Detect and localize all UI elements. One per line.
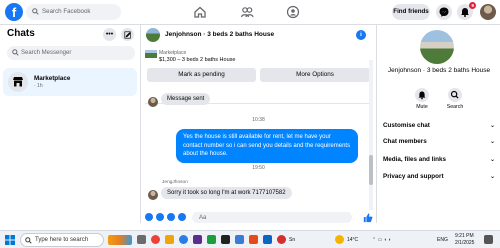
message-bubble-in[interactable]: Message sent: [161, 93, 211, 105]
clock-time[interactable]: 9:21 PM: [455, 233, 474, 239]
new-message-button[interactable]: [121, 28, 134, 41]
search-label: Search: [446, 104, 464, 110]
menu-media-files-links[interactable]: Media, files and links ⌄: [383, 156, 495, 163]
conversation-scrollbar[interactable]: [369, 60, 373, 210]
conversation-avatar-large[interactable]: [420, 30, 454, 64]
message-composer: Aa: [141, 212, 376, 224]
avatar: [148, 97, 158, 107]
chevron-down-icon: ⌄: [489, 174, 495, 180]
chat-details-panel: Jenjohnson · 3 beds 2 baths House Mute S…: [376, 25, 500, 223]
weather-widget-icon[interactable]: [108, 235, 132, 245]
search-icon: [450, 90, 459, 99]
conversation-avatar[interactable]: [146, 28, 160, 42]
image-icon[interactable]: [156, 213, 164, 221]
app-icon[interactable]: [249, 235, 258, 244]
conversation-header: Jenjohnson · 3 beds 2 baths House i: [141, 25, 376, 47]
sticker-icon[interactable]: [167, 213, 175, 221]
taskbar-search-placeholder: Type here to search: [35, 237, 89, 243]
menu-chat-members[interactable]: Chat members ⌄: [383, 138, 495, 145]
search-placeholder: Search Facebook: [42, 8, 91, 15]
windows-taskbar: Type here to search Sn 14°C ⌃ ▭ ◖ ◗ ENG …: [0, 230, 500, 248]
shop-icon: [13, 77, 23, 87]
weather-temp[interactable]: 14°C: [347, 237, 358, 243]
search-icon: [25, 237, 32, 244]
message-bubble-out[interactable]: Yes the house is still available for ren…: [176, 129, 358, 163]
search-placeholder: Search Messenger: [21, 49, 72, 56]
file-explorer-icon[interactable]: [165, 235, 174, 244]
app-icon[interactable]: [235, 235, 244, 244]
app-icon[interactable]: [263, 235, 272, 244]
gif-icon[interactable]: [178, 213, 186, 221]
message-list[interactable]: Message sent 10:38 Yes the house is stil…: [141, 83, 376, 205]
timestamp: 19:50: [252, 165, 265, 171]
avatar: [148, 190, 158, 200]
taskbar-app-label[interactable]: Sn: [289, 237, 295, 243]
language-indicator[interactable]: ENG: [437, 237, 448, 243]
search-in-conversation-button[interactable]: Search: [440, 88, 470, 110]
menu-privacy-support[interactable]: Privacy and support ⌄: [383, 173, 495, 180]
listing-thumbnail[interactable]: [145, 50, 157, 58]
chevron-down-icon: ⌄: [489, 139, 495, 145]
task-view-icon[interactable]: [137, 235, 146, 244]
chats-sidebar: Chats ••• Search Messenger Marketplace ·…: [0, 25, 141, 223]
chevron-down-icon: ⌄: [489, 123, 495, 129]
mute-button[interactable]: Mute: [407, 88, 437, 110]
facebook-search-input[interactable]: Search Facebook: [26, 4, 121, 20]
app-icon[interactable]: [193, 235, 202, 244]
clock-date[interactable]: 2/1/2025: [455, 240, 474, 246]
conversation-panel: Jenjohnson · 3 beds 2 baths House i Mark…: [141, 25, 376, 223]
chevron-down-icon: ⌄: [489, 157, 495, 163]
menu-customise-chat[interactable]: Customise chat ⌄: [383, 122, 495, 129]
marketplace-avatar: [8, 72, 28, 92]
chats-title: Chats: [7, 28, 35, 39]
profile-avatar[interactable]: [480, 4, 496, 20]
search-icon: [32, 8, 39, 15]
app-icon[interactable]: [207, 235, 216, 244]
edge-icon[interactable]: [179, 235, 188, 244]
chat-name: Marketplace: [34, 75, 71, 82]
conversation-title[interactable]: Jenjohnson · 3 beds 2 baths House: [165, 31, 274, 38]
chat-item-marketplace[interactable]: Marketplace · 1h: [3, 68, 137, 96]
more-options-button[interactable]: More Options: [260, 68, 370, 82]
chat-options-button[interactable]: •••: [103, 28, 116, 41]
messenger-button[interactable]: [436, 4, 452, 20]
notification-center-icon[interactable]: [484, 235, 493, 244]
app-icon[interactable]: [221, 235, 230, 244]
compose-icon: [123, 30, 131, 39]
add-icon[interactable]: [145, 213, 153, 221]
like-icon[interactable]: [362, 212, 373, 223]
home-icon[interactable]: [193, 5, 207, 19]
windows-start-icon[interactable]: [5, 235, 15, 245]
chrome-icon[interactable]: [151, 235, 160, 244]
sender-name: JengJhnson: [162, 180, 188, 185]
tray-icons[interactable]: ⌃ ▭ ◖ ◗: [372, 237, 391, 243]
groups-icon[interactable]: [286, 5, 300, 19]
scrollbar-thumb[interactable]: [369, 155, 373, 185]
find-friends-button[interactable]: Find friends: [392, 4, 430, 20]
friends-icon[interactable]: [240, 5, 254, 19]
mark-as-pending-button[interactable]: Mark as pending: [147, 68, 256, 82]
facebook-logo[interactable]: f: [5, 3, 23, 21]
message-input[interactable]: Aa: [192, 212, 352, 223]
search-icon: [12, 49, 19, 56]
details-name: Jenjohnson · 3 beds 2 baths House: [387, 67, 491, 74]
notifications-button[interactable]: 9: [457, 2, 476, 20]
messenger-icon: [439, 7, 449, 17]
notification-badge: 9: [469, 2, 476, 9]
messenger-search-input[interactable]: Search Messenger: [7, 46, 135, 60]
mute-label: Mute: [416, 104, 428, 110]
timestamp: 10:38: [252, 117, 265, 123]
message-placeholder: Aa: [199, 214, 207, 221]
taskbar-search-input[interactable]: Type here to search: [20, 233, 104, 247]
more-icon: •••: [105, 31, 114, 38]
info-icon[interactable]: i: [356, 30, 366, 40]
chat-time: · 1h: [34, 83, 43, 89]
marketplace-label: Marketplace: [159, 50, 187, 56]
bell-icon: [418, 91, 426, 100]
top-bar: f Search Facebook Find friends 9: [0, 0, 500, 25]
message-bubble-in[interactable]: Sorry it took so long I'm at work 717710…: [161, 187, 292, 199]
weather-icon: [335, 235, 344, 244]
app-icon[interactable]: [277, 235, 286, 244]
listing-price-title[interactable]: $1,300 – 3 beds 2 baths House: [159, 57, 235, 63]
